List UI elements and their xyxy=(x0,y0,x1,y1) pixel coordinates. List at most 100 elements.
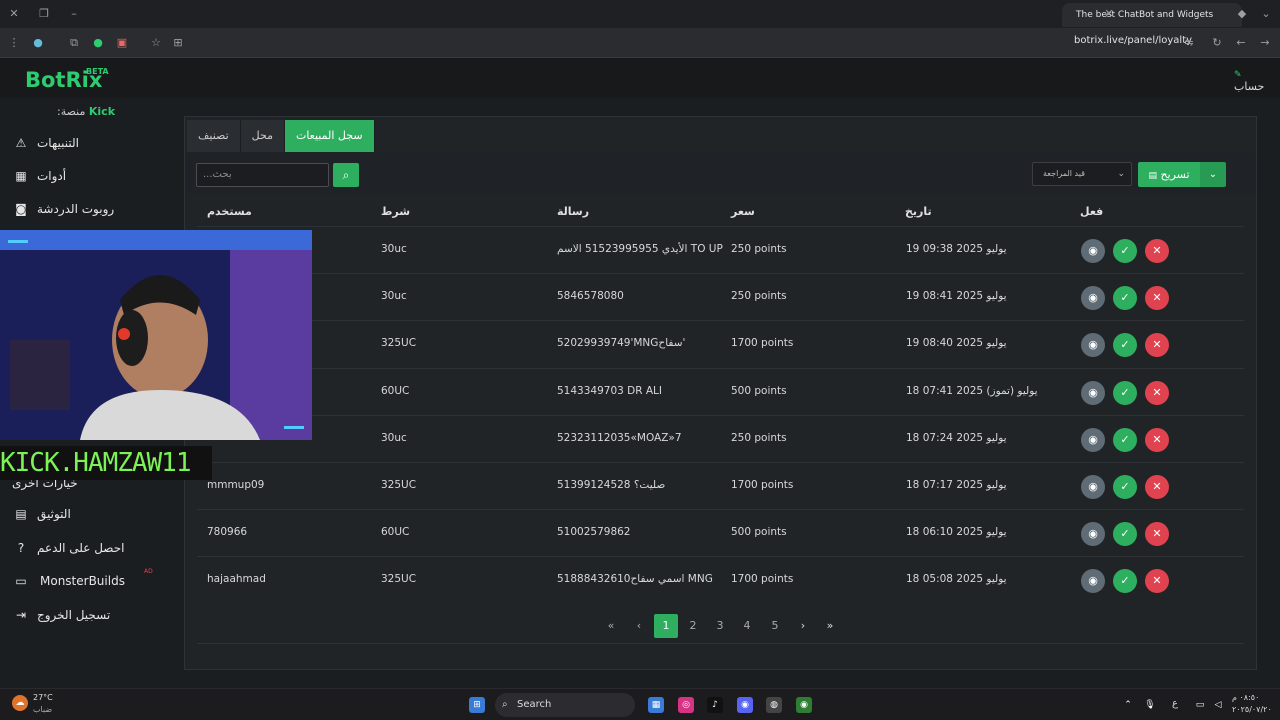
header-condition[interactable]: شرط xyxy=(381,205,410,218)
approve-button[interactable]: ✓ xyxy=(1113,427,1137,452)
tab-shop[interactable]: محل xyxy=(240,120,285,152)
start-icon[interactable]: ⊞ xyxy=(469,697,485,713)
view-button[interactable]: ◉ xyxy=(1081,522,1105,547)
red-extension-icon[interactable]: ▣ xyxy=(114,35,130,51)
tiktok-icon[interactable]: ♪ xyxy=(707,697,723,713)
view-button[interactable]: ◉ xyxy=(1081,333,1105,358)
puzzle-icon[interactable]: ⧉ xyxy=(66,35,82,51)
reload-icon[interactable]: ↻ xyxy=(1209,35,1225,51)
sidebar-item-chatbot[interactable]: ◙ روبوت الدردشة xyxy=(0,192,167,226)
sidebar-item-label: MonsterBuilds xyxy=(40,574,125,588)
reject-button[interactable]: ✕ xyxy=(1145,522,1169,547)
weather-icon[interactable]: ☁ xyxy=(12,695,28,711)
view-button[interactable]: ◉ xyxy=(1081,380,1105,405)
reject-button[interactable]: ✕ xyxy=(1145,427,1169,452)
first-page-icon[interactable]: « xyxy=(599,614,623,638)
language-indicator[interactable]: ع xyxy=(1172,698,1178,709)
clock-time[interactable]: ٠٨:٥٠ م xyxy=(1232,693,1259,702)
check-icon: ✓ xyxy=(1120,574,1130,588)
back-icon[interactable]: → xyxy=(1257,35,1273,51)
view-button[interactable]: ◉ xyxy=(1081,569,1105,594)
tab-sales-log[interactable]: سجل المبيعات xyxy=(284,120,375,152)
sidebar-item-docs[interactable]: ▤ التوثيق xyxy=(0,497,167,531)
site-settings-icon[interactable]: ⇋ xyxy=(1181,35,1197,51)
cell-condition: 30uc xyxy=(381,431,407,444)
minimize-window-icon[interactable]: – xyxy=(66,6,82,22)
export-button[interactable]: ▤ تسريح xyxy=(1138,162,1200,187)
header-message[interactable]: رسالة xyxy=(557,205,589,218)
app-header xyxy=(0,58,1280,98)
chrome-icon[interactable]: ◉ xyxy=(796,697,812,713)
reject-button[interactable]: ✕ xyxy=(1145,286,1169,311)
sidebar-item-support[interactable]: ? احصل على الدعم xyxy=(0,531,167,565)
close-window-icon[interactable]: ✕ xyxy=(6,6,22,22)
volume-icon[interactable]: ◁ xyxy=(1210,697,1226,713)
reject-button[interactable]: ✕ xyxy=(1145,569,1169,594)
page-2[interactable]: 2 xyxy=(681,614,705,638)
extension-icon[interactable]: ● xyxy=(30,35,46,51)
account-link[interactable]: ✎ حساب xyxy=(1234,70,1264,93)
status-filter-select[interactable]: قيد المراجعة ⌄ xyxy=(1032,162,1132,186)
page-1[interactable]: 1 xyxy=(654,614,678,638)
forward-icon[interactable]: ← xyxy=(1233,35,1249,51)
sidebar-item-alerts[interactable]: ⚠ التنبيهات xyxy=(0,126,167,160)
sidebar-item-tools[interactable]: ▦ أدوات xyxy=(0,159,167,193)
approve-button[interactable]: ✓ xyxy=(1113,569,1137,594)
sidebar-item-logout[interactable]: ⇥ تسجيل الخروج xyxy=(0,598,167,632)
restore-window-icon[interactable]: ❐ xyxy=(36,6,52,22)
export-dropdown-button[interactable]: ⌄ xyxy=(1200,162,1226,187)
header-date[interactable]: تاريخ xyxy=(905,205,932,218)
url-text[interactable]: botrix.live/panel/loyalty xyxy=(1074,35,1192,46)
app-icon[interactable]: ◍ xyxy=(766,697,782,713)
view-button[interactable]: ◉ xyxy=(1081,427,1105,452)
cell-message: 5143349703 DR ALI xyxy=(557,384,662,397)
search-input[interactable]: ...بحث xyxy=(196,163,329,187)
discord-icon[interactable]: ◉ xyxy=(737,697,753,713)
tray-chevron-icon[interactable]: ⌃ xyxy=(1120,697,1136,713)
store-icon[interactable]: ▦ xyxy=(648,697,664,713)
approve-button[interactable]: ✓ xyxy=(1113,380,1137,405)
reject-button[interactable]: ✕ xyxy=(1145,475,1169,499)
page-3[interactable]: 3 xyxy=(708,614,732,638)
sidebar-item-monsterbuilds[interactable]: ▭ MonsterBuilds AD xyxy=(0,564,167,598)
bookmark-star-icon[interactable]: ☆ xyxy=(148,35,164,51)
approve-button[interactable]: ✓ xyxy=(1113,522,1137,547)
approve-button[interactable]: ✓ xyxy=(1113,286,1137,311)
tab-close-icon[interactable]: ✕ xyxy=(1101,6,1117,22)
file-icon: ▤ xyxy=(1148,171,1157,181)
page-4[interactable]: 4 xyxy=(735,614,759,638)
page-5[interactable]: 5 xyxy=(763,614,787,638)
taskbar-search[interactable]: ⌕ Search xyxy=(495,693,635,717)
cell-condition: 30uc xyxy=(381,243,407,255)
approve-button[interactable]: ✓ xyxy=(1113,239,1137,263)
cell-price: 1700 points xyxy=(731,337,794,350)
view-button[interactable]: ◉ xyxy=(1081,475,1105,499)
mic-icon[interactable]: 🎙 xyxy=(1142,697,1158,713)
browser-tab[interactable]: The best ChatBot and Widgets xyxy=(1062,3,1242,27)
reject-button[interactable]: ✕ xyxy=(1145,239,1169,263)
reject-button[interactable]: ✕ xyxy=(1145,380,1169,405)
menu-dots-icon[interactable]: ⋮ xyxy=(6,35,22,51)
header-user[interactable]: مستخدم xyxy=(207,205,252,218)
search-button[interactable]: ⌕ xyxy=(333,163,359,187)
last-page-icon[interactable]: » xyxy=(818,614,842,638)
translate-icon[interactable]: ⊞ xyxy=(170,35,186,51)
view-button[interactable]: ◉ xyxy=(1081,286,1105,311)
reject-button[interactable]: ✕ xyxy=(1145,333,1169,358)
check-icon: ✓ xyxy=(1120,527,1130,541)
tab-menu-icon[interactable]: ⌄ xyxy=(1258,6,1274,22)
clock-date[interactable]: ٢٠٢٥/٠٧/٢٠ xyxy=(1232,705,1272,714)
approve-button[interactable]: ✓ xyxy=(1113,333,1137,358)
approve-button[interactable]: ✓ xyxy=(1113,475,1137,499)
network-icon[interactable]: ▭ xyxy=(1192,697,1208,713)
green-extension-icon[interactable]: ● xyxy=(90,35,106,51)
header-price[interactable]: سعر xyxy=(731,205,755,218)
tab-ranking[interactable]: تصنيف xyxy=(187,120,241,152)
check-icon: ✓ xyxy=(1120,385,1130,399)
eye-icon: ◉ xyxy=(1088,480,1098,493)
prev-page-icon[interactable]: ‹ xyxy=(627,614,651,638)
instagram-icon[interactable]: ◎ xyxy=(678,697,694,713)
view-button[interactable]: ◉ xyxy=(1081,239,1105,263)
next-page-icon[interactable]: › xyxy=(791,614,815,638)
logout-icon: ⇥ xyxy=(15,608,27,622)
